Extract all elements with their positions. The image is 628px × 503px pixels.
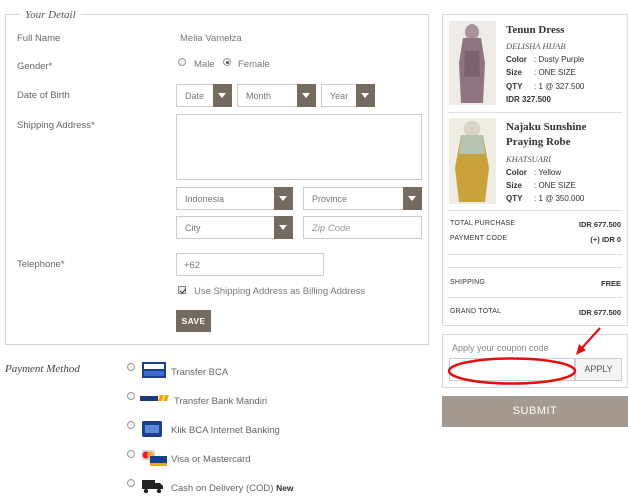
- product-image-tenun-dress: [449, 21, 496, 105]
- dob-date-text: Date: [185, 91, 205, 101]
- item-qty-label: QTY: [506, 82, 523, 91]
- item-qty-row: QTY : 1 @ 350.000: [506, 194, 584, 203]
- payment-label-cod: Cash on Delivery (COD) New: [171, 483, 294, 494]
- payment-label-cod-text: Cash on Delivery (COD): [171, 483, 274, 494]
- billing-address-checkbox[interactable]: [178, 286, 186, 294]
- item-color-row: Color : Dusty Purple: [506, 55, 584, 64]
- item-qty-label: QTY: [506, 194, 523, 203]
- item-color-label: Color: [506, 55, 527, 64]
- delivery-truck-icon: [142, 480, 163, 494]
- payment-code-label: PAYMENT CODE: [450, 235, 508, 242]
- payment-radio-visa[interactable]: [127, 450, 135, 458]
- dob-label: Date of Birth: [17, 90, 70, 101]
- payment-label-mandiri: Transfer Bank Mandiri: [174, 396, 268, 407]
- dob-month-text: Month: [246, 91, 272, 101]
- payment-radio-bca[interactable]: [127, 363, 135, 371]
- payment-radio-cod[interactable]: [127, 479, 135, 487]
- item-color-value: : Dusty Purple: [534, 55, 585, 64]
- shipping-value: FREE: [600, 279, 621, 288]
- coupon-highlight-annotation: [447, 327, 601, 385]
- item-price: IDR 327.500: [506, 95, 551, 104]
- billing-address-label: Use Shipping Address as Billing Address: [194, 286, 366, 297]
- dob-year-text: Year: [330, 91, 349, 101]
- divider: [448, 112, 622, 113]
- atm-bca-icon: [142, 362, 166, 378]
- item-title: Praying Robe: [506, 136, 571, 148]
- full-name-value: Melia Vamelza: [180, 33, 242, 44]
- dob-year-select[interactable]: Year: [321, 84, 375, 107]
- payment-label-klikbca: Klik BCA Internet Banking: [171, 425, 280, 436]
- item-qty-value: : 1 @ 350.000: [534, 194, 585, 203]
- gender-male-label: Male: [194, 59, 215, 70]
- payment-radio-mandiri[interactable]: [127, 392, 135, 400]
- city-select[interactable]: City: [176, 216, 293, 239]
- your-detail-legend: Your Detail: [20, 9, 81, 21]
- dob-month-select[interactable]: Month: [237, 84, 316, 107]
- chevron-down-icon: [274, 216, 293, 239]
- item-size-value: : ONE SIZE: [534, 181, 576, 190]
- telephone-input[interactable]: +62: [176, 253, 324, 276]
- item-size-row: Size : ONE SIZE: [506, 68, 576, 77]
- new-badge: New: [276, 483, 294, 493]
- item-size-label: Size: [506, 181, 523, 190]
- payment-label-bca: Transfer BCA: [171, 367, 229, 378]
- gender-female-label: Female: [238, 59, 270, 70]
- city-text: City: [185, 223, 201, 233]
- divider: [448, 210, 622, 211]
- grand-total-value: IDR 677.500: [578, 308, 621, 317]
- item-color-row: Color : Yellow: [506, 168, 561, 177]
- divider: [448, 297, 622, 298]
- gender-male-radio[interactable]: [178, 58, 186, 66]
- total-purchase-label: TOTAL PURCHASE: [450, 220, 516, 227]
- item-size-label: Size: [506, 68, 523, 77]
- payment-code-value: (+) IDR 0: [590, 235, 621, 244]
- item-color-label: Color: [506, 168, 527, 177]
- highlight-ellipse: [447, 357, 577, 385]
- shipping-address-label: Shipping Address*: [17, 120, 95, 131]
- chevron-down-icon: [297, 84, 316, 107]
- submit-button[interactable]: SUBMIT: [442, 396, 628, 427]
- chevron-down-icon: [403, 187, 422, 210]
- item-qty-value: : 1 @ 327.500: [534, 82, 585, 91]
- item-color-value: : Yellow: [534, 168, 562, 177]
- item-size-value: : ONE SIZE: [534, 68, 576, 77]
- save-button[interactable]: SAVE: [176, 310, 211, 332]
- chevron-down-icon: [356, 84, 375, 107]
- full-name-label: Full Name: [17, 33, 61, 44]
- item-brand: KHATSUARI: [506, 154, 552, 164]
- zip-code-input[interactable]: Zip Code: [303, 216, 422, 239]
- gender-female-radio[interactable]: [223, 58, 231, 66]
- divider: [448, 254, 622, 255]
- telephone-value: +62: [184, 260, 201, 271]
- payment-radio-klikbca[interactable]: [127, 421, 135, 429]
- item-qty-row: QTY : 1 @ 327.500: [506, 82, 584, 91]
- zip-code-placeholder: Zip Code: [312, 223, 351, 234]
- item-size-row: Size : ONE SIZE: [506, 181, 576, 190]
- payment-label-visa: Visa or Mastercard: [171, 454, 251, 465]
- shipping-address-textarea[interactable]: [176, 114, 422, 180]
- province-select[interactable]: Province: [303, 187, 422, 210]
- mandiri-icon: [140, 395, 169, 401]
- visa-mastercard-icon: [142, 450, 167, 466]
- telephone-label: Telephone*: [17, 259, 65, 270]
- arrow-line: [580, 327, 601, 350]
- country-text: Indonesia: [185, 194, 225, 204]
- dob-date-select[interactable]: Date: [176, 84, 232, 107]
- chevron-down-icon: [274, 187, 293, 210]
- gender-label: Gender*: [17, 61, 53, 72]
- shipping-label: SHIPPING: [450, 279, 486, 286]
- chevron-down-icon: [213, 84, 232, 107]
- divider: [448, 267, 622, 268]
- payment-method-title: Payment Method: [5, 363, 80, 375]
- item-brand: DELISHA HIJAB: [506, 41, 566, 51]
- item-title: Najaku Sunshine: [506, 121, 587, 133]
- product-image-najaku-robe: [449, 118, 496, 204]
- grand-total-label: GRAND TOTAL: [450, 308, 502, 315]
- total-purchase-value: IDR 677.500: [578, 220, 621, 229]
- klikbca-icon: [142, 421, 162, 437]
- province-text: Province: [312, 194, 348, 204]
- country-select[interactable]: Indonesia: [176, 187, 293, 210]
- item-title: Tenun Dress: [506, 24, 565, 36]
